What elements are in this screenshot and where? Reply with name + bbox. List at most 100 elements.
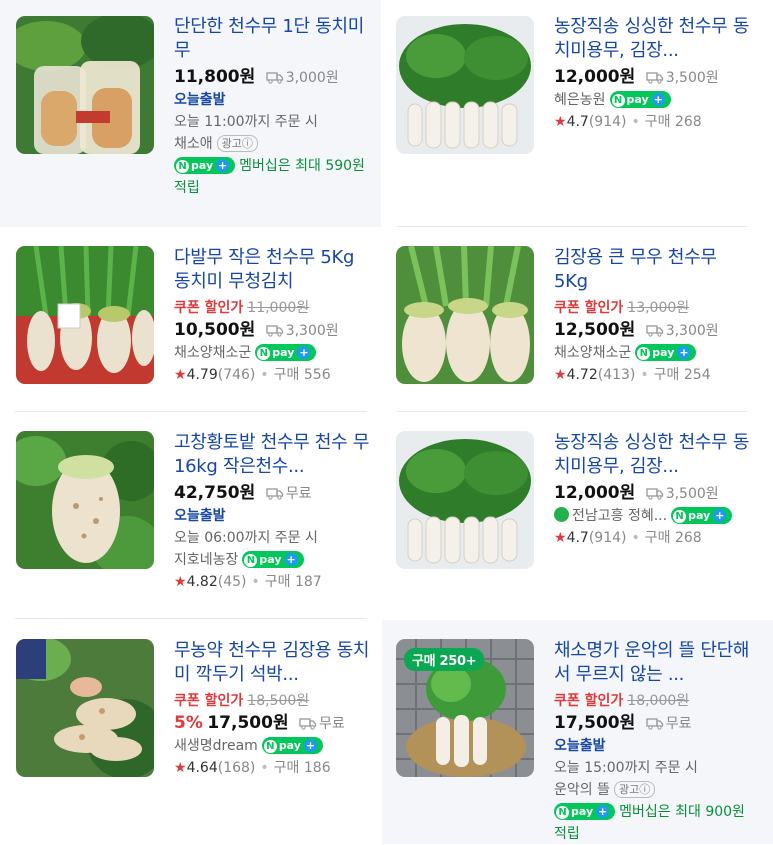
- product-image[interactable]: [16, 16, 154, 154]
- product-info: 다발무 작은 천수무 5Kg 동치미 무청김치 쿠폰 할인가 11,000원 10…: [174, 246, 370, 386]
- review-count[interactable]: (413): [598, 367, 636, 383]
- rating: 4.7: [566, 114, 589, 130]
- purchase-label: 구매: [644, 114, 671, 130]
- npay-plus-badge: Npay +: [174, 157, 236, 174]
- price: 12,000: [554, 67, 620, 87]
- coupon-label: 쿠폰 할인가: [554, 693, 624, 709]
- member-text: 멤버십은 최대: [619, 804, 701, 820]
- ad-tag[interactable]: 광고ⓘ: [613, 781, 656, 798]
- shipping-fee: 3,300원: [266, 323, 339, 339]
- member-tail: 적립: [554, 826, 580, 842]
- rating: 4.79: [186, 367, 218, 383]
- price-unit: 원: [619, 713, 636, 733]
- shipping-text: 3,300원: [285, 323, 339, 339]
- product-image[interactable]: [396, 431, 534, 569]
- seller-name[interactable]: 채소애: [174, 136, 213, 152]
- price: 17,500: [207, 713, 273, 733]
- today-ship: 오늘출발: [174, 92, 226, 108]
- npay-text: pay: [191, 159, 214, 172]
- npay-text: pay: [571, 805, 594, 818]
- product-info: 채소명가 운악의 뜰 단단해서 무르지 않는 ... 쿠폰 할인가 18,000원…: [554, 639, 754, 845]
- product-image[interactable]: [16, 639, 154, 777]
- purchase-count: 254: [683, 367, 711, 383]
- npay-plus-badge: Npay +: [255, 344, 317, 361]
- product-title[interactable]: 단단한 천수무 1단 동치미 무: [174, 15, 370, 63]
- price-unit: 원: [239, 320, 256, 340]
- shipping-fee: 무료: [266, 486, 312, 502]
- shipping-text: 3,500원: [665, 70, 719, 86]
- star-icon: ★: [554, 114, 567, 130]
- today-ship: 오늘출발: [554, 738, 606, 754]
- price-unit: 원: [239, 67, 256, 87]
- shipping-text: 무료: [285, 486, 312, 502]
- product-title[interactable]: 김장용 큰 무우 천수무 5Kg: [554, 246, 754, 294]
- seller-name[interactable]: 전남고흥 정혜...: [572, 508, 667, 524]
- seller-name[interactable]: 지호네농장: [174, 552, 238, 568]
- price: 10,500: [174, 320, 240, 340]
- npay-text: pay: [688, 509, 711, 522]
- npay-plus-badge: Npay +: [671, 507, 733, 524]
- product-info: 농장직송 싱싱한 천수무 동치미용무, 김장... 12,000원 3,500원…: [554, 15, 754, 133]
- product-title[interactable]: 농장직송 싱싱한 천수무 동치미용무, 김장...: [554, 15, 754, 63]
- order-suffix: 까지 주문 시: [244, 530, 318, 546]
- shipping-text: 3,000원: [285, 70, 339, 86]
- npay-text: pay: [259, 553, 282, 566]
- purchase-count: 186: [303, 760, 331, 776]
- purchase-count: 268: [674, 530, 702, 546]
- product-image[interactable]: [396, 246, 534, 384]
- star-icon: ★: [554, 367, 567, 383]
- purchase-label: 구매: [653, 367, 680, 383]
- divider: [396, 226, 748, 227]
- price: 12,000: [554, 483, 620, 503]
- rating: 4.72: [566, 367, 598, 383]
- product-title[interactable]: 다발무 작은 천수무 5Kg 동치미 무청김치: [174, 246, 370, 294]
- member-tail: 적립: [174, 180, 200, 196]
- product-info: 단단한 천수무 1단 동치미 무 11,800원 3,000원 오늘출발 오늘 …: [174, 15, 370, 199]
- seller-name[interactable]: 새생명dream: [174, 738, 258, 754]
- review-count[interactable]: (168): [218, 760, 256, 776]
- seller-name[interactable]: 채소양채소군: [554, 345, 631, 361]
- order-deadline: 오늘 06:00: [174, 530, 245, 546]
- truck-icon: [646, 325, 663, 337]
- truck-icon: [646, 718, 663, 730]
- product-title[interactable]: 무농약 천수무 김장용 동치미 깍두기 석박...: [174, 639, 370, 687]
- coupon-label: 쿠폰 할인가: [554, 300, 624, 316]
- product-image[interactable]: [16, 431, 154, 569]
- review-count[interactable]: (914): [589, 530, 627, 546]
- truck-icon: [646, 488, 663, 500]
- review-count[interactable]: (45): [218, 574, 247, 590]
- product-image[interactable]: 구매 250+: [396, 639, 534, 777]
- npay-plus-badge: Npay +: [609, 91, 671, 108]
- star-icon: ★: [174, 574, 187, 590]
- apple-icon: [554, 507, 569, 522]
- purchase-label: 구매: [273, 760, 300, 776]
- review-count[interactable]: (914): [589, 114, 627, 130]
- seller-name[interactable]: 운악의 뜰: [554, 782, 610, 798]
- truck-icon: [266, 72, 283, 84]
- product-title[interactable]: 고창황토밭 천수무 천수 무 16kg 작은천수...: [174, 431, 370, 479]
- product-image[interactable]: [396, 16, 534, 154]
- shipping-fee: 3,000원: [266, 70, 339, 86]
- product-image[interactable]: [16, 246, 154, 384]
- ad-tag[interactable]: 광고ⓘ: [216, 135, 258, 152]
- product-title[interactable]: 농장직송 싱싱한 천수무 동치미용무, 김장...: [554, 431, 754, 479]
- star-icon: ★: [174, 367, 187, 383]
- member-points: 590원: [325, 158, 365, 174]
- purchase-label: 구매: [273, 367, 300, 383]
- order-deadline: 오늘 11:00: [174, 114, 245, 130]
- price-unit: 원: [239, 483, 256, 503]
- truck-icon: [299, 718, 317, 730]
- seller-name[interactable]: 혜은농원: [554, 92, 606, 108]
- purchase-count: 268: [674, 114, 702, 130]
- product-title[interactable]: 채소명가 운악의 뜰 단단해서 무르지 않는 ...: [554, 639, 754, 687]
- product-info: 농장직송 싱싱한 천수무 동치미용무, 김장... 12,000원 3,500원…: [554, 431, 754, 549]
- seller-name[interactable]: 채소양채소군: [174, 345, 251, 361]
- star-icon: ★: [174, 760, 187, 776]
- divider: [396, 411, 748, 412]
- today-ship: 오늘출발: [174, 508, 226, 524]
- shipping-fee: 3,500원: [646, 70, 719, 86]
- purchase-count: 187: [294, 574, 322, 590]
- review-count[interactable]: (746): [218, 367, 256, 383]
- rating: 4.64: [186, 760, 218, 776]
- npay-plus-badge: Npay +: [635, 344, 697, 361]
